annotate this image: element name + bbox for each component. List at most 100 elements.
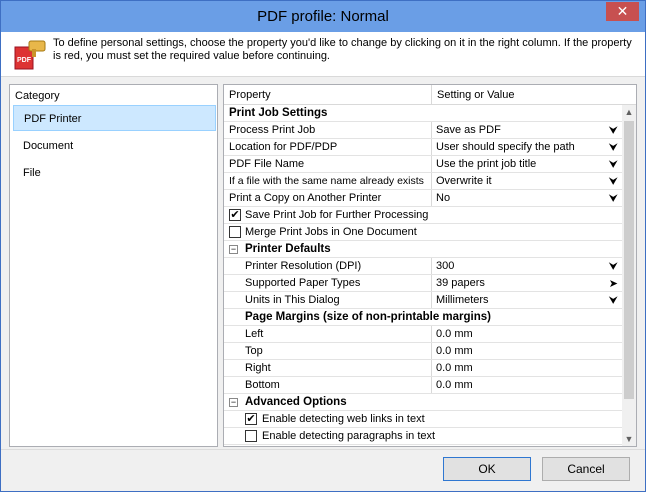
property-label: Supported Paper Types	[245, 277, 361, 289]
property-value[interactable]: 0.0 mm	[432, 343, 622, 359]
value-text: User should specify the path	[436, 141, 575, 153]
checkbox-label: Merge Print Jobs in One Document	[245, 226, 417, 238]
collapse-icon[interactable]: −	[229, 245, 238, 254]
checkbox-row-merge-print-jobs[interactable]: Merge Print Jobs in One Document	[224, 224, 622, 241]
category-item-pdf-printer[interactable]: PDF Printer	[13, 105, 216, 131]
dropdown-icon[interactable]: ⮟	[609, 191, 618, 207]
window-title: PDF profile: Normal	[257, 8, 389, 25]
vertical-scrollbar[interactable]: ▲ ▼	[622, 105, 636, 446]
property-label: Location for PDF/PDP	[229, 141, 338, 153]
category-panel: Category PDF Printer Document File	[9, 84, 218, 447]
section-title: Printer Defaults	[245, 243, 331, 255]
property-value[interactable]: Overwrite it ⮟	[432, 173, 622, 189]
value-text: Save as PDF	[436, 124, 501, 136]
section-print-job-settings: Print Job Settings	[224, 105, 622, 122]
checkbox-row-web-links[interactable]: ✔ Enable detecting web links in text	[224, 411, 622, 428]
property-label: Top	[245, 345, 263, 357]
property-row-location[interactable]: Location for PDF/PDP User should specify…	[224, 139, 622, 156]
value-text: 39 papers	[436, 277, 485, 289]
property-row-printer-resolution[interactable]: Printer Resolution (DPI) 300 ⮟	[224, 258, 622, 275]
save-print-job-checkbox[interactable]: ✔	[229, 209, 241, 221]
property-value[interactable]: 0.0 mm	[432, 326, 622, 342]
property-row-paper-types[interactable]: Supported Paper Types 39 papers ➤	[224, 275, 622, 292]
dropdown-icon[interactable]: ⮟	[609, 123, 618, 139]
info-text: To define personal settings, choose the …	[53, 37, 632, 62]
property-label: Printer Resolution (DPI)	[245, 260, 362, 272]
checkbox-label: Save Print Job for Further Processing	[245, 209, 429, 221]
category-item-document[interactable]: Document	[13, 133, 216, 159]
column-header-value[interactable]: Setting or Value	[437, 89, 514, 101]
property-row-file-exists[interactable]: If a file with the same name already exi…	[224, 173, 622, 190]
scroll-up-icon[interactable]: ▲	[622, 105, 636, 119]
web-links-checkbox[interactable]: ✔	[245, 413, 257, 425]
property-value[interactable]: Millimeters ⮟	[432, 292, 622, 308]
dropdown-icon[interactable]: ⮟	[609, 140, 618, 156]
property-value[interactable]: 0.0 mm	[432, 360, 622, 376]
scrollbar-thumb[interactable]	[624, 121, 634, 399]
property-row-units[interactable]: Units in This Dialog Millimeters ⮟	[224, 292, 622, 309]
property-grid-header: Property Setting or Value	[224, 85, 636, 105]
section-advanced-options[interactable]: − Advanced Options	[224, 394, 622, 411]
column-divider[interactable]	[431, 85, 432, 105]
category-header: Category	[15, 90, 60, 102]
section-title: Print Job Settings	[229, 107, 328, 119]
value-text: 300	[436, 260, 455, 272]
property-row-margin-top[interactable]: Top 0.0 mm	[224, 343, 622, 360]
property-value[interactable]: 0.0 mm	[432, 377, 622, 393]
value-text: Use the print job title	[436, 158, 537, 170]
section-page-margins: Page Margins (size of non-printable marg…	[224, 309, 622, 326]
property-label: Left	[245, 328, 264, 340]
property-row-margin-bottom[interactable]: Bottom 0.0 mm	[224, 377, 622, 394]
property-grid: Property Setting or Value Print Job Sett…	[223, 84, 637, 447]
checkbox-row-save-print-job[interactable]: ✔ Save Print Job for Further Processing	[224, 207, 622, 224]
title-bar[interactable]: PDF profile: Normal ✕	[1, 1, 645, 32]
arrow-right-icon[interactable]: ➤	[609, 276, 618, 292]
value-text: No	[436, 192, 451, 204]
property-value[interactable]: Save as PDF ⮟	[432, 122, 622, 138]
property-label: PDF File Name	[229, 158, 305, 170]
checkbox-label: Enable detecting web links in text	[262, 413, 425, 425]
property-label: Right	[245, 362, 271, 374]
collapse-icon[interactable]: −	[229, 398, 238, 407]
section-title: Advanced Options	[245, 396, 347, 408]
section-printer-defaults[interactable]: − Printer Defaults	[224, 241, 622, 258]
property-label: Print a Copy on Another Printer	[229, 192, 382, 204]
cancel-button[interactable]: Cancel	[542, 457, 630, 481]
pdf-settings-icon: PDF	[14, 40, 46, 70]
property-row-print-copy[interactable]: Print a Copy on Another Printer No ⮟	[224, 190, 622, 207]
property-label: Units in This Dialog	[245, 294, 340, 306]
property-value[interactable]: 300 ⮟	[432, 258, 622, 274]
property-value[interactable]: 39 papers ➤	[432, 275, 622, 291]
svg-text:PDF: PDF	[17, 57, 32, 64]
dropdown-icon[interactable]: ⮟	[609, 174, 618, 190]
property-value[interactable]: User should specify the path ⮟	[432, 139, 622, 155]
checkbox-row-paragraphs[interactable]: Enable detecting paragraphs in text	[224, 428, 622, 445]
section-title: Page Margins (size of non-printable marg…	[245, 311, 492, 323]
dropdown-icon[interactable]: ⮟	[609, 157, 618, 173]
property-value[interactable]: Use the print job title ⮟	[432, 156, 622, 172]
dialog-footer: OK Cancel	[1, 449, 645, 491]
property-row-margin-right[interactable]: Right 0.0 mm	[224, 360, 622, 377]
merge-print-jobs-checkbox[interactable]	[229, 226, 241, 238]
value-text: Millimeters	[436, 294, 489, 306]
property-label: Process Print Job	[229, 124, 316, 136]
property-row-pdf-file-name[interactable]: PDF File Name Use the print job title ⮟	[224, 156, 622, 173]
property-value[interactable]: No ⮟	[432, 190, 622, 206]
dropdown-icon[interactable]: ⮟	[609, 259, 618, 275]
value-text: Overwrite it	[436, 175, 492, 187]
property-row-margin-left[interactable]: Left 0.0 mm	[224, 326, 622, 343]
property-label: If a file with the same name already exi…	[229, 175, 424, 187]
dropdown-icon[interactable]: ⮟	[609, 293, 618, 309]
close-button[interactable]: ✕	[606, 2, 639, 21]
info-bar: PDF To define personal settings, choose …	[1, 32, 645, 77]
paragraphs-checkbox[interactable]	[245, 430, 257, 442]
checkbox-label: Enable detecting paragraphs in text	[262, 430, 436, 442]
scroll-down-icon[interactable]: ▼	[622, 432, 636, 446]
property-rows: Print Job Settings Process Print Job Sav…	[224, 105, 622, 445]
ok-button[interactable]: OK	[443, 457, 531, 481]
property-row-process-print-job[interactable]: Process Print Job Save as PDF ⮟	[224, 122, 622, 139]
column-header-property[interactable]: Property	[229, 89, 271, 101]
category-item-file[interactable]: File	[13, 160, 216, 186]
pdf-profile-dialog: PDF profile: Normal ✕ PDF To define pers…	[0, 0, 646, 492]
property-label: Bottom	[245, 379, 280, 391]
